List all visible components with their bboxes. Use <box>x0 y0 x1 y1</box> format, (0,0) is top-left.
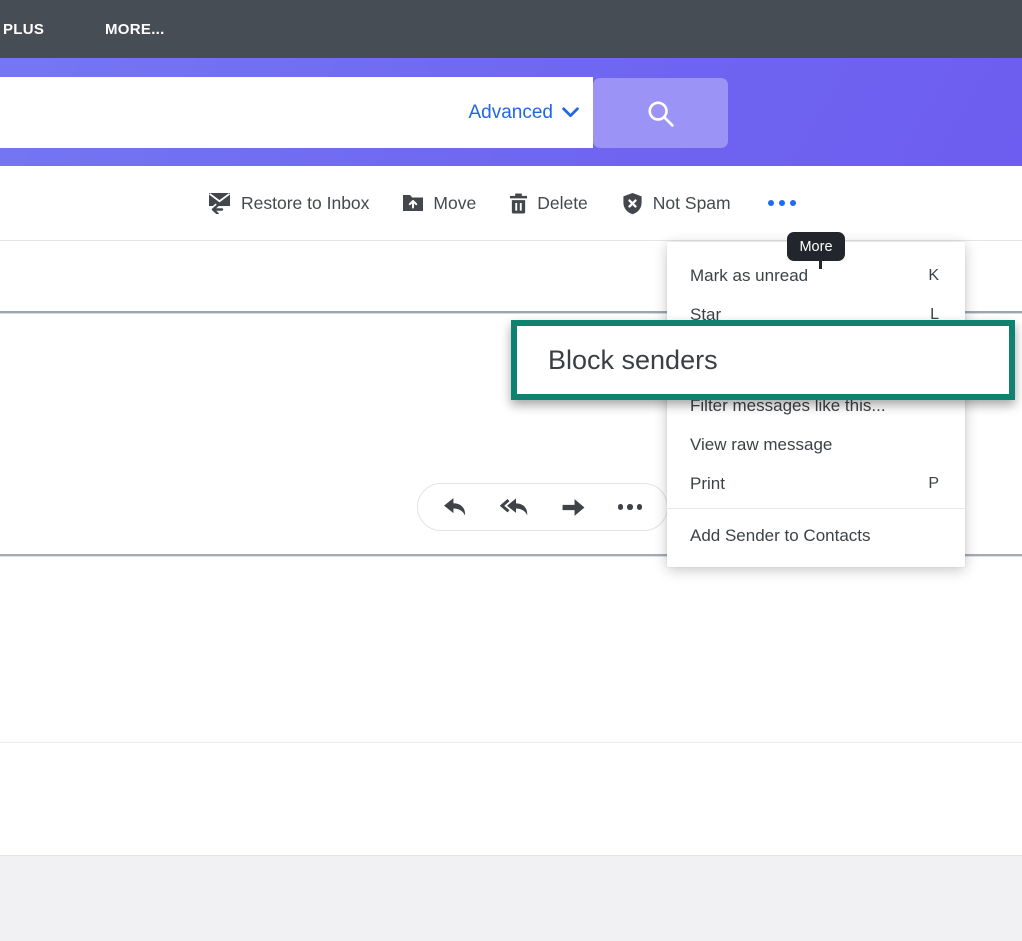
not-spam-button[interactable]: Not Spam <box>621 192 731 215</box>
search-icon <box>645 98 676 129</box>
not-spam-label: Not Spam <box>653 193 731 214</box>
forward-button[interactable] <box>561 498 586 517</box>
restore-to-inbox-label: Restore to Inbox <box>241 193 369 214</box>
nav-item-plus[interactable]: PLUS <box>3 21 44 38</box>
restore-to-inbox-icon <box>207 192 232 214</box>
menu-item-shortcut: K <box>928 267 939 285</box>
trash-icon <box>509 193 528 214</box>
divider-content <box>0 742 1022 743</box>
delete-label: Delete <box>537 193 588 214</box>
shield-x-icon <box>621 192 644 215</box>
nav-item-more[interactable]: MORE... <box>105 21 165 38</box>
more-tooltip: More <box>787 232 845 261</box>
more-actions-icon <box>618 504 643 510</box>
forward-icon <box>561 498 586 517</box>
menu-item-shortcut: P <box>928 475 939 493</box>
menu-item-label: Print <box>690 474 725 494</box>
reply-button[interactable] <box>443 497 468 518</box>
move-button[interactable]: Move <box>402 193 476 214</box>
more-message-actions-button[interactable] <box>618 504 643 510</box>
menu-item-print[interactable]: Print P <box>667 464 965 503</box>
menu-item-label: Add Sender to Contacts <box>690 526 871 546</box>
menu-item-view-raw-message[interactable]: View raw message <box>667 425 965 464</box>
advanced-search-button[interactable]: Advanced <box>468 102 593 124</box>
block-senders-highlight-label: Block senders <box>517 345 718 376</box>
reply-all-button[interactable] <box>500 497 530 518</box>
search-header: Advanced <box>0 58 1022 166</box>
more-ellipsis-button[interactable] <box>764 194 800 212</box>
advanced-label: Advanced <box>468 102 553 124</box>
move-folder-icon <box>402 193 424 213</box>
menu-item-add-sender-to-contacts[interactable]: Add Sender to Contacts <box>667 516 965 555</box>
more-tooltip-stem <box>819 261 822 269</box>
mail-spam-view: PLUS MORE... Advanced <box>0 0 1022 941</box>
chevron-down-icon <box>562 107 579 118</box>
search-input[interactable] <box>0 77 468 148</box>
top-nav-bar: PLUS MORE... <box>0 0 1022 58</box>
move-label: Move <box>433 193 476 214</box>
message-action-bar <box>417 483 668 531</box>
action-toolbar: Restore to Inbox Move Delete <box>207 166 800 240</box>
search-submit-button[interactable] <box>593 78 728 148</box>
reply-all-icon <box>500 497 530 518</box>
delete-button[interactable]: Delete <box>509 193 588 214</box>
block-senders-highlight[interactable]: Block senders <box>511 320 1015 400</box>
divider-toolbar-bottom <box>0 240 1022 241</box>
menu-divider <box>667 508 965 509</box>
menu-item-label: View raw message <box>690 435 832 455</box>
restore-to-inbox-button[interactable]: Restore to Inbox <box>207 192 369 214</box>
more-ellipsis-icon <box>768 200 774 206</box>
search-field: Advanced <box>0 77 593 148</box>
reply-icon <box>443 497 468 518</box>
context-menu: Mark as unread K Star L Block senders Fi… <box>667 242 965 567</box>
footer-strip <box>0 855 1022 941</box>
menu-item-label: Mark as unread <box>690 266 808 286</box>
menu-item-mark-as-unread[interactable]: Mark as unread K <box>667 256 965 295</box>
more-tooltip-label: More <box>799 239 832 255</box>
